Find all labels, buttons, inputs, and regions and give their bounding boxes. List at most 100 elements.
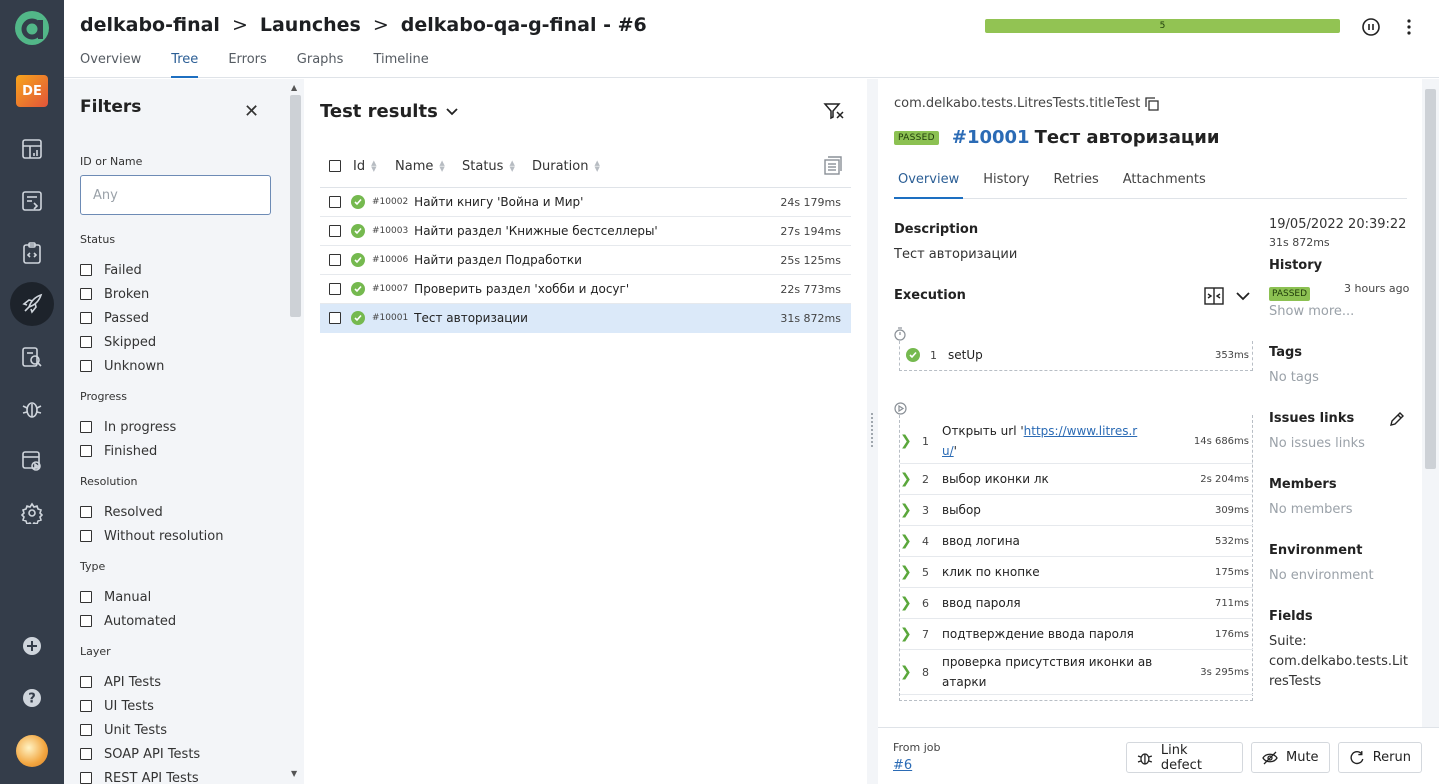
detail-scrollbar[interactable]	[1422, 79, 1439, 727]
row-checkbox[interactable]	[329, 254, 341, 266]
filter-rest-api-tests[interactable]: REST API Tests	[80, 766, 200, 784]
link-defect-button[interactable]: Link defect	[1126, 742, 1243, 773]
rerun-button[interactable]: Rerun	[1338, 742, 1422, 773]
checkbox[interactable]	[80, 264, 92, 276]
stop-launch-icon[interactable]	[1360, 16, 1382, 38]
tab-detail-overview[interactable]: Overview	[894, 172, 964, 199]
execution-step[interactable]: ❯ 4 ввод логина 532ms	[900, 526, 1253, 557]
execution-step[interactable]: ❯ 5 клик по кнопке 175ms	[900, 557, 1253, 588]
execution-step[interactable]: ❯ 8 проверка присутствия иконки ав атарки 3s…	[900, 650, 1253, 695]
filter-automated[interactable]: Automated	[80, 609, 176, 633]
breadcrumb-launches[interactable]: Launches	[260, 14, 361, 36]
table-row[interactable]: #10002 Найти книгу 'Война и Мир' 24s 179ms	[320, 188, 851, 217]
tab-detail-retries[interactable]: Retries	[1049, 172, 1102, 199]
more-menu-icon[interactable]	[1398, 16, 1420, 38]
launch-status-bar[interactable]: 5	[985, 19, 1340, 33]
chevron-right-icon[interactable]: ❯	[900, 564, 922, 580]
history-entry[interactable]: PASSED	[1269, 281, 1311, 301]
filter-unit-tests[interactable]: Unit Tests	[80, 718, 200, 742]
checkbox[interactable]	[80, 615, 92, 627]
chevron-right-icon[interactable]: ❯	[900, 533, 922, 549]
copy-icon[interactable]	[1145, 96, 1159, 111]
close-filters-icon[interactable]: ✕	[244, 101, 259, 122]
execution-step[interactable]: ❯ 7 подтверждение ввода пароля 176ms	[900, 619, 1253, 650]
filter-finished[interactable]: Finished	[80, 439, 176, 463]
checkbox[interactable]	[80, 360, 92, 372]
filter-broken[interactable]: Broken	[80, 282, 164, 306]
resize-grip-icon[interactable]	[870, 412, 874, 448]
user-avatar[interactable]	[16, 735, 48, 767]
chevron-right-icon[interactable]: ❯	[900, 664, 922, 680]
detail-scrollbar-thumb[interactable]	[1425, 89, 1436, 469]
step-url-link[interactable]: https://www.litres.r	[1024, 424, 1138, 438]
chevron-right-icon[interactable]: ❯	[900, 626, 922, 642]
row-checkbox[interactable]	[329, 196, 341, 208]
sort-icon[interactable]: ▲ ▼	[509, 160, 514, 173]
from-job-link[interactable]: #6	[893, 758, 912, 773]
clear-filter-icon[interactable]	[823, 101, 845, 125]
chevron-right-icon[interactable]: ❯	[900, 502, 922, 518]
test-number[interactable]: #10001	[952, 127, 1030, 148]
edit-pencil-icon[interactable]	[1389, 411, 1405, 427]
table-row[interactable]: #10007 Проверить раздел 'хобби и досуг' 22…	[320, 275, 851, 304]
step-url-link-cont[interactable]: u/	[942, 444, 954, 458]
execution-step[interactable]: ❯ 6 ввод пароля 711ms	[900, 588, 1253, 619]
checkbox[interactable]	[80, 336, 92, 348]
project-badge[interactable]: DE	[16, 75, 48, 107]
filter-skipped[interactable]: Skipped	[80, 330, 164, 354]
breadcrumb-project[interactable]: delkabo-final	[80, 14, 220, 36]
show-more-link[interactable]: Show more...	[1269, 304, 1354, 319]
checkbox[interactable]	[80, 421, 92, 433]
filter-manual[interactable]: Manual	[80, 585, 176, 609]
filter-soap-api-tests[interactable]: SOAP API Tests	[80, 742, 200, 766]
dashboard-icon[interactable]	[17, 134, 47, 164]
plus-icon[interactable]	[17, 631, 47, 661]
filters-scrollbar-thumb[interactable]	[290, 95, 301, 317]
filter-unknown[interactable]: Unknown	[80, 354, 164, 378]
checkbox[interactable]	[80, 772, 92, 784]
filter-api-tests[interactable]: API Tests	[80, 670, 200, 694]
column-name[interactable]: Name ▲ ▼	[395, 159, 462, 174]
filter-ui-tests[interactable]: UI Tests	[80, 694, 200, 718]
launches-list-icon[interactable]	[17, 186, 47, 216]
tab-tree[interactable]: Tree	[171, 52, 199, 78]
checkbox[interactable]	[80, 312, 92, 324]
checkbox[interactable]	[80, 288, 92, 300]
checkbox[interactable]	[80, 724, 92, 736]
tab-detail-attachments[interactable]: Attachments	[1119, 172, 1210, 199]
help-icon[interactable]: ?	[17, 683, 47, 713]
checkbox[interactable]	[80, 445, 92, 457]
settings-icon[interactable]	[17, 498, 47, 528]
tab-timeline[interactable]: Timeline	[373, 52, 428, 78]
tab-graphs[interactable]: Graphs	[297, 52, 344, 78]
select-all-checkbox[interactable]	[329, 160, 341, 172]
execution-step[interactable]: ❯ 1 Открыть url 'https://www.litres.r u/' 14…	[900, 419, 1253, 464]
checkbox[interactable]	[80, 530, 92, 542]
checkbox[interactable]	[80, 676, 92, 688]
mute-button[interactable]: Mute	[1251, 742, 1330, 773]
row-checkbox[interactable]	[329, 312, 341, 324]
column-settings-icon[interactable]	[823, 156, 843, 176]
tab-errors[interactable]: Errors	[228, 52, 266, 78]
id-or-name-input[interactable]: Any	[80, 175, 271, 215]
test-results-title[interactable]: Test results	[320, 101, 458, 122]
chevron-right-icon[interactable]: ❯	[900, 595, 922, 611]
scroll-down-icon[interactable]: ▼	[291, 769, 297, 778]
column-status[interactable]: Status ▲ ▼	[462, 159, 532, 174]
chevron-down-icon[interactable]	[1236, 291, 1250, 301]
checkbox[interactable]	[80, 748, 92, 760]
filter-failed[interactable]: Failed	[80, 258, 164, 282]
setup-step[interactable]: 1 setUp 353ms	[906, 343, 1251, 367]
checkbox[interactable]	[80, 591, 92, 603]
sort-icon[interactable]: ▲ ▼	[439, 160, 444, 173]
row-checkbox[interactable]	[329, 283, 341, 295]
sort-icon[interactable]: ▲ ▼	[371, 160, 376, 173]
row-checkbox[interactable]	[329, 225, 341, 237]
filter-passed[interactable]: Passed	[80, 306, 164, 330]
chevron-right-icon[interactable]: ❯	[900, 471, 922, 487]
checkbox[interactable]	[80, 506, 92, 518]
app-logo-icon[interactable]	[14, 10, 50, 46]
test-cases-icon[interactable]	[17, 238, 47, 268]
test-plans-icon[interactable]	[17, 446, 47, 476]
column-duration[interactable]: Duration ▲ ▼	[532, 159, 600, 174]
